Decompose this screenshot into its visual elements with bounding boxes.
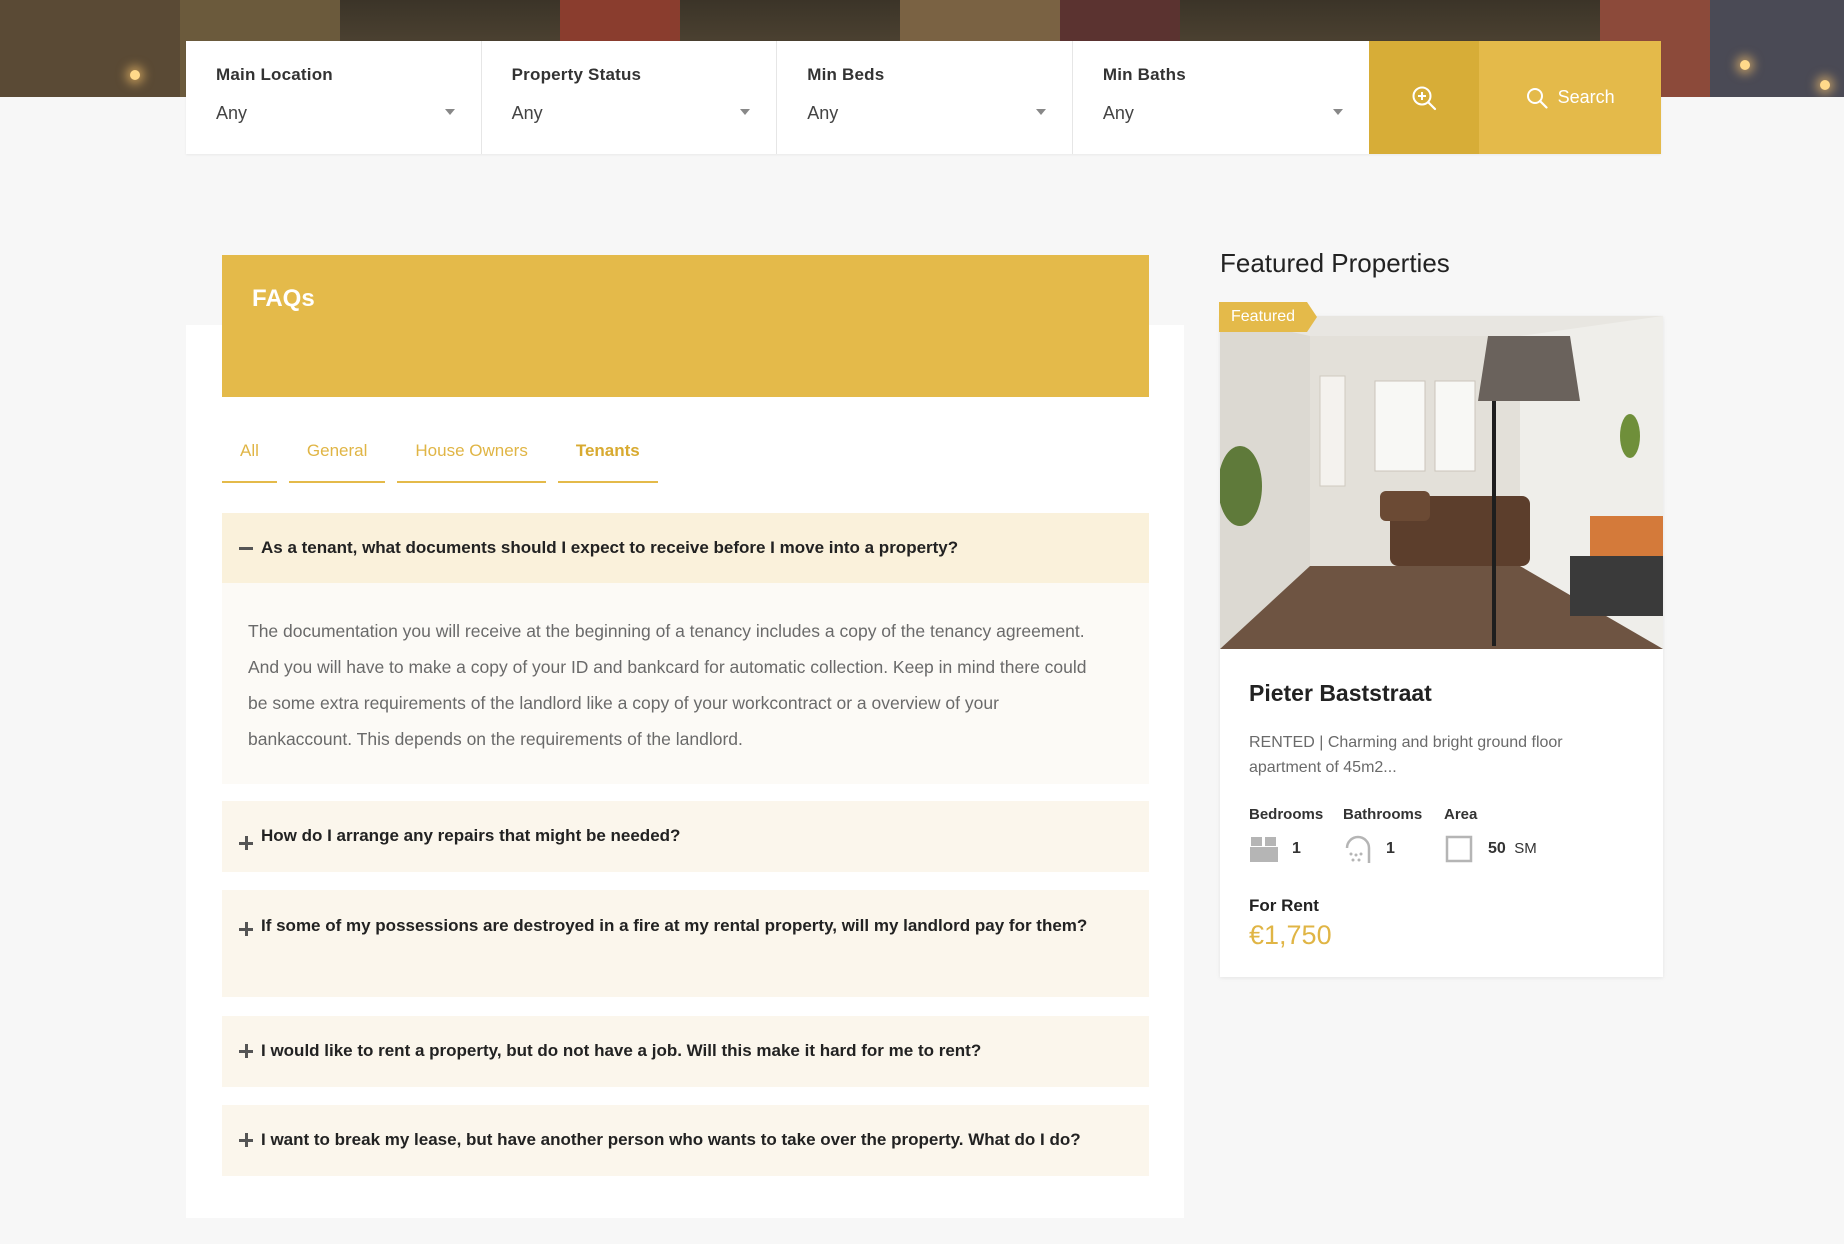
advanced-search-button[interactable] <box>1368 41 1480 154</box>
bathrooms-label: Bathrooms <box>1343 806 1423 823</box>
tab-tenants[interactable]: Tenants <box>557 433 658 483</box>
field-label: Property Status <box>511 65 642 84</box>
search-button-label: Search <box>1557 87 1615 107</box>
field-value: Any <box>216 103 248 123</box>
featured-badge: Featured <box>1219 302 1318 332</box>
zoom-in-icon <box>1412 86 1437 110</box>
faq-header: FAQs <box>222 255 1149 397</box>
field-value: Any <box>807 103 839 123</box>
property-title[interactable]: Pieter Baststraat <box>1249 680 1432 707</box>
bedrooms-value: 1 <box>1292 840 1301 857</box>
property-status-select[interactable]: Property Status Any <box>482 41 778 154</box>
faq-question[interactable]: I would like to rent a property, but do … <box>222 1016 1149 1087</box>
tab-house-owners[interactable]: House Owners <box>397 433 546 483</box>
question-text: I would like to rent a property, but do … <box>261 1041 982 1060</box>
page-title: FAQs <box>252 285 315 312</box>
faq-tabs: All General House Owners Tenants <box>222 433 658 483</box>
min-baths-select[interactable]: Min Baths Any <box>1073 41 1369 154</box>
search-button[interactable]: Search <box>1479 41 1662 154</box>
property-description: RENTED | Charming and bright ground floo… <box>1249 734 1563 776</box>
tab-general[interactable]: General <box>288 433 386 483</box>
shower-icon <box>1345 835 1371 863</box>
faq-question[interactable]: How do I arrange any repairs that might … <box>222 801 1149 872</box>
property-card[interactable]: Pieter Baststraat RENTED | Charming and … <box>1220 316 1663 977</box>
featured-properties-heading: Featured Properties <box>1220 248 1450 278</box>
property-search-bar: Main Location Any Property Status Any Mi… <box>186 41 1662 154</box>
field-label: Main Location <box>216 65 333 84</box>
area-value: 50 SM <box>1488 840 1537 858</box>
field-label: Min Beds <box>807 65 885 84</box>
field-value: Any <box>511 103 543 123</box>
bathrooms-value: 1 <box>1386 840 1395 857</box>
search-icon <box>1526 87 1548 109</box>
chevron-down-icon <box>1332 109 1343 115</box>
property-status: For Rent <box>1249 896 1319 915</box>
faq-question[interactable]: If some of my possessions are destroyed … <box>222 890 1149 997</box>
faq-answer: The documentation you will receive at th… <box>222 583 1149 784</box>
question-text: If some of my possessions are destroyed … <box>261 916 1088 935</box>
property-price: €1,750 <box>1249 920 1332 950</box>
min-beds-select[interactable]: Min Beds Any <box>777 41 1073 154</box>
property-photo[interactable] <box>1220 316 1663 649</box>
area-label: Area <box>1444 806 1478 823</box>
faq-question-expanded[interactable]: As a tenant, what documents should I exp… <box>222 513 1149 583</box>
main-location-select[interactable]: Main Location Any <box>186 41 482 154</box>
area-number: 50 <box>1488 840 1506 857</box>
faq-question[interactable]: I want to break my lease, but have anoth… <box>222 1105 1149 1176</box>
bedrooms-label: Bedrooms <box>1249 806 1324 823</box>
question-text: I want to break my lease, but have anoth… <box>261 1130 1081 1149</box>
field-value: Any <box>1102 103 1134 123</box>
bed-icon <box>1250 837 1278 862</box>
chevron-down-icon <box>444 109 455 115</box>
chevron-down-icon <box>1035 109 1046 115</box>
question-text: How do I arrange any repairs that might … <box>261 826 681 845</box>
living-room-image <box>1220 316 1663 649</box>
tab-all[interactable]: All <box>222 433 277 483</box>
question-text: As a tenant, what documents should I exp… <box>261 538 959 557</box>
chevron-down-icon <box>740 109 751 115</box>
area-icon <box>1445 835 1473 863</box>
area-unit: SM <box>1514 840 1537 857</box>
field-label: Min Baths <box>1102 65 1186 84</box>
